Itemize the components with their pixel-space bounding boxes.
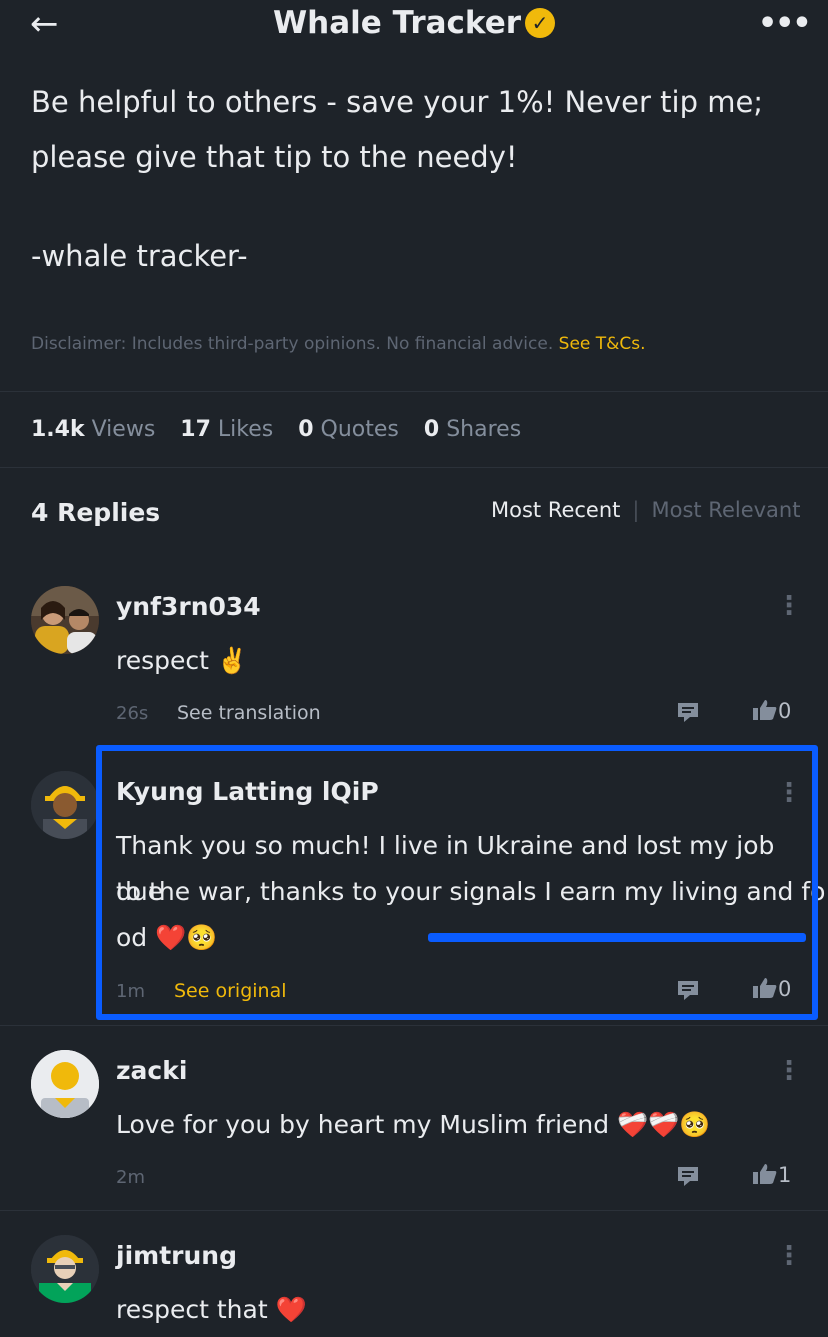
- thumbs-up-icon: [753, 700, 777, 720]
- thumbs-up-icon: [753, 1164, 777, 1184]
- quotes-stat[interactable]: 0 Quotes: [298, 417, 399, 442]
- comment-username[interactable]: jimtrung: [116, 1241, 237, 1270]
- see-translation-link[interactable]: See translation: [177, 702, 321, 724]
- post-text-line: please give that tip to the needy!: [31, 140, 518, 174]
- highlight-box: [96, 745, 818, 1020]
- terms-link[interactable]: See T&Cs.: [559, 334, 646, 354]
- views-stat[interactable]: 1.4k Views: [31, 417, 155, 442]
- more-vertical-icon[interactable]: ⋮: [776, 1058, 802, 1084]
- more-horizontal-icon[interactable]: •••: [758, 4, 812, 44]
- worker-avatar-icon: [31, 1235, 99, 1303]
- comment-icon[interactable]: [676, 701, 700, 723]
- like-count: 0: [778, 699, 792, 723]
- comment-text: respect ✌️: [116, 646, 249, 675]
- like-button[interactable]: 1: [752, 1163, 791, 1187]
- avatar[interactable]: [31, 771, 99, 839]
- like-button[interactable]: 0: [752, 699, 791, 723]
- disclaimer-text: Disclaimer: Includes third-party opinion…: [31, 334, 554, 354]
- disclaimer: Disclaimer: Includes third-party opinion…: [31, 334, 646, 354]
- avatar-photo: [31, 586, 99, 654]
- avatar[interactable]: [31, 1235, 99, 1303]
- post-stats: 1.4k Views 17 Likes 0 Quotes 0 Shares: [31, 413, 539, 447]
- more-vertical-icon[interactable]: ⋮: [776, 1243, 802, 1269]
- tab-most-relevant[interactable]: Most Relevant: [651, 498, 800, 522]
- comment-time: 26s: [116, 703, 149, 724]
- sort-tabs: Most Recent | Most Relevant: [491, 498, 801, 522]
- top-bar: ← Whale Tracker ✓ •••: [0, 0, 828, 52]
- comment-text: respect that ❤️: [116, 1295, 307, 1324]
- replies-count: 4 Replies: [31, 498, 161, 527]
- post-text-line: Be helpful to others - save your 1%! Nev…: [31, 85, 764, 119]
- verified-check-icon: ✓: [525, 8, 556, 38]
- comment-text: Love for you by heart my Muslim friend ❤…: [116, 1110, 711, 1139]
- shares-stat[interactable]: 0 Shares: [424, 417, 521, 442]
- default-avatar-icon: [31, 1050, 99, 1118]
- divider: [0, 1025, 828, 1026]
- worker-avatar-icon: [31, 771, 99, 839]
- tab-most-recent[interactable]: Most Recent: [491, 498, 620, 522]
- avatar[interactable]: [31, 1050, 99, 1118]
- highlight-underline: [428, 933, 806, 942]
- divider: [0, 1210, 828, 1211]
- comment-time: 2m: [116, 1167, 145, 1188]
- likes-stat[interactable]: 17 Likes: [180, 417, 273, 442]
- page-title-wrap: Whale Tracker ✓: [0, 2, 828, 44]
- divider: [0, 467, 828, 468]
- comment-username[interactable]: zacki: [116, 1056, 187, 1085]
- post-signature: -whale tracker-: [31, 239, 248, 273]
- comment-username[interactable]: ynf3rn034: [116, 592, 261, 621]
- like-count: 1: [778, 1163, 792, 1187]
- more-vertical-icon[interactable]: ⋮: [776, 593, 802, 619]
- comment-icon[interactable]: [676, 1165, 700, 1187]
- avatar[interactable]: [31, 586, 99, 654]
- page-title: Whale Tracker: [272, 5, 522, 41]
- divider: [0, 391, 828, 392]
